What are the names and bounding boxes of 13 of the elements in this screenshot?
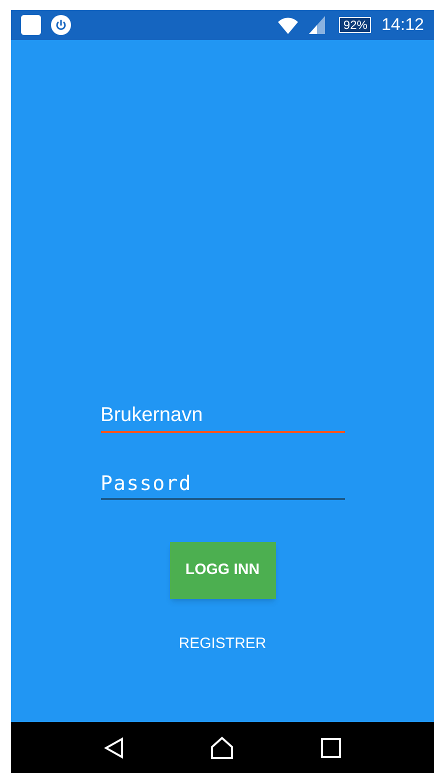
battery-indicator: 92% — [339, 17, 372, 33]
recents-icon[interactable] — [320, 738, 341, 758]
username-field[interactable]: Brukernavn — [100, 400, 344, 433]
signal-icon — [309, 16, 326, 34]
home-icon[interactable] — [210, 736, 234, 760]
back-icon[interactable] — [104, 736, 124, 758]
register-link[interactable]: REGISTRER — [170, 629, 274, 660]
clock: 14:12 — [381, 14, 424, 36]
power-icon — [51, 15, 71, 35]
wifi-icon — [277, 16, 300, 34]
app-icon — [21, 15, 41, 35]
login-button[interactable]: LOGG INN — [170, 542, 276, 599]
password-field[interactable]: Passord — [100, 467, 344, 500]
